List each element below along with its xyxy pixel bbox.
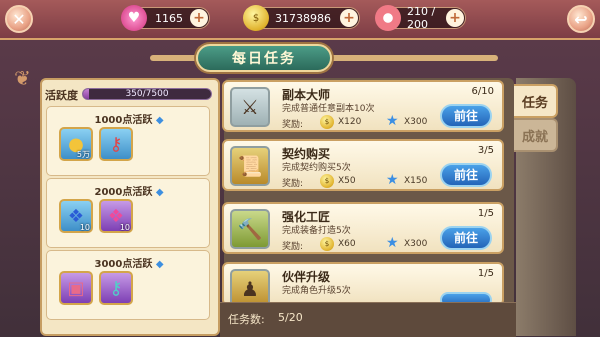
treasure-chest-icon: ▣ bbox=[67, 277, 85, 299]
task-desc: 完成契约购买5次 bbox=[282, 163, 351, 173]
reward-item-purple-candy[interactable]: ❖ 10 bbox=[99, 199, 133, 233]
go-button[interactable]: 前往 bbox=[440, 163, 492, 187]
gem-value: 1165 bbox=[155, 11, 183, 25]
tab-achievements[interactable]: 成就 bbox=[514, 118, 558, 152]
back-icon: ↩ bbox=[574, 9, 588, 29]
sword-shield-icon: ⚔ bbox=[230, 87, 270, 127]
task-row: 📜 契约购买 完成契约购买5次 3/5 奖励: $ X50 ★ X150 前往 bbox=[222, 139, 504, 191]
tier-label: 1000点活跃 bbox=[94, 115, 153, 126]
bird-ornament-icon: ❦ bbox=[14, 66, 31, 90]
activity-progress-text: 350/7500 bbox=[125, 89, 169, 99]
coin-reward: X50 bbox=[338, 176, 356, 186]
tab-tasks[interactable]: 任务 bbox=[514, 84, 558, 118]
add-stamina-button[interactable]: + bbox=[446, 9, 464, 27]
close-button[interactable]: ✕ bbox=[5, 5, 33, 33]
anvil-chest-icon: 🔨 bbox=[230, 209, 270, 249]
coin-reward: X120 bbox=[338, 117, 362, 127]
star-reward: X300 bbox=[404, 117, 428, 127]
item-count: 5万 bbox=[76, 150, 90, 159]
add-gold-button[interactable]: + bbox=[340, 9, 358, 27]
reward-item-treasure-chest[interactable]: ▣ bbox=[59, 271, 93, 305]
diamond-icon: ◆ bbox=[155, 115, 164, 126]
resource-gold: $ 31738986 + bbox=[243, 5, 360, 31]
star-icon: ★ bbox=[386, 235, 399, 251]
diamond-icon: ◆ bbox=[155, 187, 164, 198]
diamond-icon: ◆ bbox=[155, 259, 164, 270]
task-progress: 1/5 bbox=[477, 268, 494, 279]
tier-label: 3000点活跃 bbox=[94, 259, 153, 270]
star-icon: ★ bbox=[386, 113, 399, 129]
reward-tier-3: 3000点活跃 ◆ ▣ ⚷ bbox=[46, 250, 210, 320]
task-row: ⚔ 副本大师 完成普通任意副本10次 6/10 奖励: $ X120 ★ X30… bbox=[222, 80, 504, 132]
donut-stamina-icon bbox=[375, 5, 401, 31]
activity-label: 活跃度 bbox=[45, 89, 78, 102]
task-progress: 1/5 bbox=[477, 208, 494, 219]
stamina-value: 210 / 200 bbox=[407, 5, 436, 31]
purple-key-icon: ⚷ bbox=[109, 277, 123, 299]
reward-label: 奖励: bbox=[282, 242, 304, 252]
coin-icon: $ bbox=[320, 237, 334, 251]
contract-chest-icon: 📜 bbox=[230, 146, 270, 186]
back-button[interactable]: ↩ bbox=[567, 5, 595, 33]
task-desc: 完成普通任意副本10次 bbox=[282, 104, 375, 114]
reward-tier-1: 1000点活跃 ◆ ● 5万 ⚷ bbox=[46, 106, 210, 176]
item-count: 10 bbox=[119, 223, 130, 232]
task-progress: 6/10 bbox=[471, 86, 494, 97]
star-icon: ★ bbox=[386, 172, 399, 188]
red-key-icon: ⚷ bbox=[109, 133, 123, 155]
page-title: 每日任务 bbox=[196, 44, 332, 72]
title-ornament bbox=[328, 55, 498, 61]
item-count: 10 bbox=[79, 223, 90, 232]
gold-value: 31738986 bbox=[275, 11, 331, 25]
go-button[interactable]: 前往 bbox=[440, 226, 492, 250]
resource-gems: ♥ 1165 + bbox=[121, 5, 210, 31]
reward-tier-2: 2000点活跃 ◆ ❖ 10 ❖ 10 bbox=[46, 178, 210, 248]
reward-label: 奖励: bbox=[282, 179, 304, 189]
tier-label: 2000点活跃 bbox=[94, 187, 153, 198]
resource-stamina: 210 / 200 + bbox=[375, 5, 466, 31]
coin-reward: X60 bbox=[338, 239, 356, 249]
task-row: 🔨 强化工匠 完成装备打造5次 1/5 奖励: $ X60 ★ X300 前往 bbox=[222, 202, 504, 254]
task-desc: 完成装备打造5次 bbox=[282, 226, 351, 236]
reward-item-purple-key[interactable]: ⚷ bbox=[99, 271, 133, 305]
star-reward: X150 bbox=[404, 176, 428, 186]
task-desc: 完成角色升级5次 bbox=[282, 286, 351, 296]
title-ornament bbox=[150, 55, 200, 61]
go-button[interactable]: 前往 bbox=[440, 104, 492, 128]
task-row: ♟ 伙伴升级 完成角色升级5次 1/5 bbox=[222, 262, 504, 309]
reward-item-red-key[interactable]: ⚷ bbox=[99, 127, 133, 161]
reward-label: 奖励: bbox=[282, 120, 304, 130]
reward-item-gold-medal[interactable]: ● 5万 bbox=[59, 127, 93, 161]
add-gems-button[interactable]: + bbox=[190, 9, 208, 27]
task-progress: 3/5 bbox=[477, 145, 494, 156]
reward-item-blue-candy[interactable]: ❖ 10 bbox=[59, 199, 93, 233]
star-reward: X300 bbox=[404, 239, 428, 249]
gold-coin-icon: $ bbox=[243, 5, 269, 31]
task-count-value: 5/20 bbox=[278, 311, 303, 324]
coin-icon: $ bbox=[320, 115, 334, 129]
coin-icon: $ bbox=[320, 174, 334, 188]
close-icon: ✕ bbox=[12, 9, 26, 29]
heart-gem-icon: ♥ bbox=[121, 5, 147, 31]
task-count-label: 任务数: bbox=[228, 313, 265, 326]
